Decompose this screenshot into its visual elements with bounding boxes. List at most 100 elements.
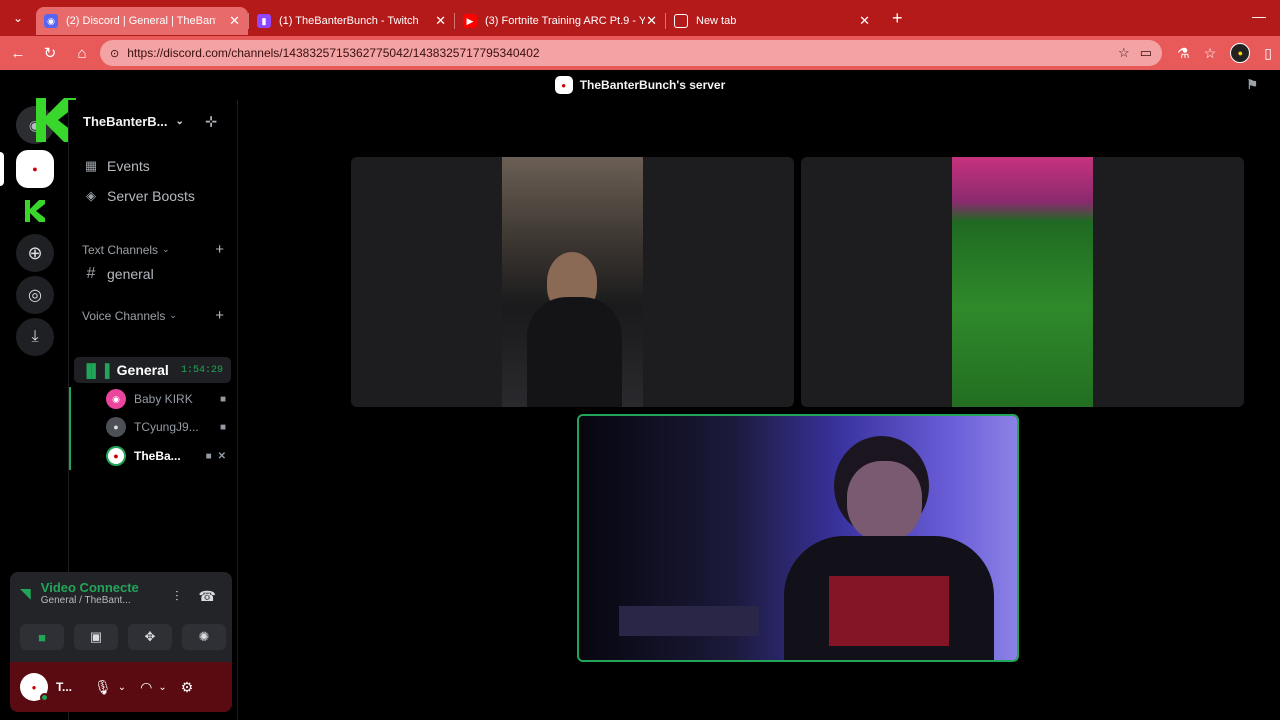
address-bar[interactable]: ⊙ https://discord.com/channels/143832571… [100,40,1162,66]
signal-strength-icon: ◥ [20,584,31,601]
tab-title: (2) Discord | General | TheBant [66,15,216,27]
close-tab-icon[interactable]: ✕ [646,13,657,29]
flag-icon[interactable]: ⚑ [1246,77,1258,93]
face-silhouette [847,461,922,541]
channel-label: general [107,266,154,282]
voice-status[interactable]: ◥ Video Connecte General / TheBant... [20,580,139,606]
new-tab-plus-icon[interactable]: + [892,8,903,29]
sidebar-item-events[interactable]: ▦ Events [83,158,150,174]
online-status-dot [40,693,49,702]
server-icon-thebanterbunch[interactable]: ● [16,150,54,188]
invite-people-icon[interactable]: ⊹ [205,113,217,130]
tab-search-chevron-icon[interactable]: ⌄ [0,0,36,36]
chevron-down-icon[interactable]: ⌄ [118,682,126,693]
member-name: Baby KIRK [134,392,193,406]
chevron-down-icon: ⌄ [175,115,184,127]
create-channel-icon[interactable]: + [215,241,224,258]
username[interactable]: T... [56,680,86,694]
video-feed [502,157,643,407]
voice-member[interactable]: ● TCyungJ9... ■ [106,417,226,437]
soundboard-button[interactable]: ✺ [182,624,226,650]
server-icon: ● [554,76,573,94]
close-tab-icon[interactable]: ✕ [859,13,870,29]
camera-in-use-icon[interactable]: ▭ [1140,45,1152,61]
add-server-icon[interactable]: ⊕ [16,234,54,272]
bookmark-star-icon[interactable]: ☆ [1118,45,1130,61]
video-camera-icon: ■ [219,421,226,433]
video-tile-speaking[interactable] [577,414,1019,662]
channel-general-text[interactable]: # general [83,265,154,283]
site-info-icon[interactable]: ⊙ [110,47,119,60]
server-header[interactable]: TheBanterB... ⌄ ⊹ [69,100,237,142]
chevron-down-icon: ⌄ [162,244,170,254]
home-icon[interactable]: ⌂ [66,36,98,70]
discover-compass-icon[interactable]: ◎ [16,276,54,314]
back-arrow-icon[interactable]: ← [2,36,34,70]
microphone-icon[interactable]: 🎙 [94,679,112,696]
close-tab-icon[interactable]: ✕ [229,13,240,29]
youtube-favicon-icon: ▶ [463,14,477,28]
browser-toolbar: ← ↻ ⌂ ⊙ https://discord.com/channels/143… [0,36,1280,70]
category-text-channels[interactable]: Text Channels ⌄ + [82,241,224,258]
avatar: ● [106,446,126,466]
hoodie-silhouette [527,297,622,407]
voice-member[interactable]: ● TheBa... ■ ✕ [106,446,226,466]
crossed-swords-icon: ✕ [217,450,226,462]
close-tab-icon[interactable]: ✕ [435,13,446,29]
tab-title: New tab [696,15,737,27]
discord-favicon-icon: ◉ [44,14,58,28]
server-icon-k[interactable] [16,192,54,230]
server-title-bar: ● TheBanterBunch's server ⚑ [0,70,1280,100]
server-title: TheBanterBunch's server [579,78,726,92]
video-camera-icon: ■ [205,450,212,462]
browser-tab-bar: ⌄ ◉ (2) Discord | General | TheBant ✕ ▮ … [0,0,1280,36]
desk-silhouette [619,606,759,636]
create-channel-icon[interactable]: + [215,307,224,324]
shirt-graphic [829,576,949,646]
boost-gem-icon: ◈ [86,188,96,203]
sidebar-item-server-boosts[interactable]: ◈ Server Boosts [83,188,195,204]
extensions-icon[interactable]: ⚗ [1177,45,1190,62]
sidebar-toggle-icon[interactable]: ▯ [1264,45,1272,62]
discord-app: ● TheBanterBunch's server ⚑ ◉ 1 ● ⊕ ◎ ⤓ [0,70,1280,720]
screen-share-button[interactable]: ▣ [74,624,118,650]
server-name: TheBanterB... [83,113,168,129]
activities-button[interactable]: ✥ [128,624,172,650]
calendar-icon: ▦ [84,158,98,173]
tab-twitch[interactable]: ▮ (1) TheBanterBunch - Twitch ✕ [249,7,454,35]
settings-gear-icon[interactable]: ⚙ [181,679,194,696]
tab-discord[interactable]: ◉ (2) Discord | General | TheBant ✕ [36,7,248,35]
video-tile[interactable] [351,157,794,407]
avatar[interactable]: ● [20,673,49,702]
voice-connection-panel: ◥ Video Connecte General / TheBant... ⫶ … [10,572,232,712]
chevron-down-icon[interactable]: ⌄ [158,682,166,693]
selected-server-pill [0,152,4,186]
tab-new-tab[interactable]: New tab ✕ [666,7,878,35]
user-panel: ● T... 🎙 ⌄ ◠ ⌄ ⚙ [10,662,232,712]
voice-timer: 1:54:29 [180,364,223,376]
voice-controls: ■ ▣ ✥ ✺ [20,624,226,650]
tab-youtube[interactable]: ▶ (3) Fortnite Training ARC Pt.9 - You ✕ [455,7,665,35]
favorites-icon[interactable]: ☆ [1204,45,1217,62]
reload-icon[interactable]: ↻ [34,36,66,70]
minimize-window-icon[interactable]: — [1252,8,1266,24]
voice-connection-actions: ⫶ ☎ [175,588,216,605]
video-tile[interactable] [801,157,1244,407]
headphones-icon[interactable]: ◠ [140,679,152,696]
address-bar-actions: ☆ ▭ [1118,40,1152,66]
camera-toggle-button[interactable]: ■ [20,624,64,650]
disconnect-phone-icon[interactable]: ☎ [199,588,216,605]
voice-activity-icon: ▐▌▐ [82,362,110,378]
category-voice-channels[interactable]: Voice Channels ⌄ + [82,307,224,324]
new-tab-favicon-icon [674,14,688,28]
profile-avatar[interactable]: ● [1230,43,1251,63]
noise-suppression-icon[interactable]: ⫶ [175,588,179,605]
voice-channel-general[interactable]: ▐▌▐ General 1:54:29 [74,357,231,383]
video-feed [579,416,1017,660]
download-apps-icon[interactable]: ⤓ [16,318,54,356]
voice-members-line [69,387,71,470]
member-name: TheBa... [134,449,181,463]
voice-member[interactable]: ◉ Baby KIRK ■ [106,389,226,409]
events-label: Events [107,158,150,174]
member-name: TCyungJ9... [134,420,199,434]
